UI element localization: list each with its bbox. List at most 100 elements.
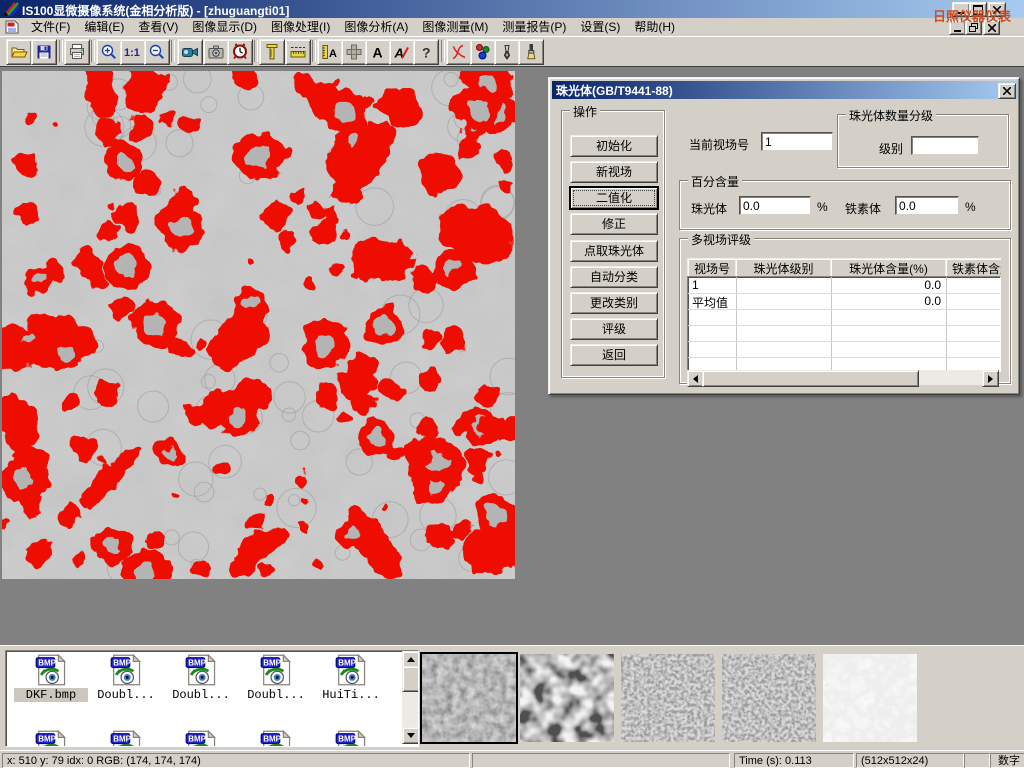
menu-image-display[interactable]: 图像显示(D) bbox=[185, 18, 264, 36]
bmp-file-icon[interactable] bbox=[334, 730, 368, 747]
classify-points-button[interactable] bbox=[470, 39, 496, 65]
scroll-down-button[interactable] bbox=[402, 727, 419, 744]
scrollbar-thumb[interactable] bbox=[702, 370, 919, 387]
stamp-grid-button[interactable] bbox=[341, 39, 367, 65]
bmp-file-icon[interactable] bbox=[34, 654, 68, 686]
dialog-close-button[interactable] bbox=[998, 83, 1016, 99]
curve-tool-button[interactable] bbox=[446, 39, 472, 65]
bmp-file-icon[interactable] bbox=[259, 730, 293, 747]
text-edit-button[interactable]: A bbox=[389, 39, 415, 65]
bmp-file-icon[interactable] bbox=[184, 654, 218, 686]
caliper-button[interactable] bbox=[259, 39, 285, 65]
col-field-number[interactable]: 视场号 bbox=[687, 258, 737, 276]
ferrite-percent-input[interactable] bbox=[895, 196, 959, 215]
bmp-file-icon[interactable] bbox=[259, 654, 293, 686]
percent-legend: 百分含量 bbox=[688, 173, 742, 190]
status-empty bbox=[472, 753, 730, 768]
scroll-right-button[interactable] bbox=[982, 370, 999, 387]
initialize-button[interactable]: 初始化 bbox=[570, 135, 658, 157]
return-button[interactable]: 返回 bbox=[570, 344, 658, 366]
file-name[interactable]: Doubl... bbox=[91, 688, 161, 702]
thumbnail-speckled[interactable] bbox=[722, 654, 816, 742]
svg-text:A: A bbox=[329, 48, 337, 60]
metallograph-image[interactable] bbox=[2, 71, 515, 579]
auto-classify-button[interactable]: 自动分类 bbox=[570, 266, 658, 288]
print-button[interactable] bbox=[64, 39, 90, 65]
file-name-selected[interactable]: DKF.bmp bbox=[14, 688, 88, 702]
help-button[interactable]: ? bbox=[413, 39, 439, 65]
menu-view[interactable]: 查看(V) bbox=[131, 18, 185, 36]
toolbar-separator bbox=[312, 40, 316, 62]
file-name[interactable]: HuiTi... bbox=[316, 688, 386, 702]
application-window: IS100显微摄像系统(金相分析版) - [zhuguangti01] 文件(F… bbox=[0, 0, 1024, 768]
grade-input[interactable] bbox=[911, 136, 979, 155]
pick-pearlite-button[interactable]: 点取珠光体 bbox=[570, 240, 658, 262]
bmp-file-icon[interactable] bbox=[184, 730, 218, 747]
menu-edit[interactable]: 编辑(E) bbox=[77, 18, 131, 36]
pearlite-percent-input[interactable] bbox=[739, 196, 811, 215]
video-camera-icon bbox=[181, 43, 199, 61]
open-button[interactable] bbox=[6, 39, 32, 65]
zoom-in-button[interactable] bbox=[96, 39, 122, 65]
current-field-input[interactable] bbox=[761, 132, 833, 151]
grading-legend: 珠光体数量分级 bbox=[846, 107, 936, 124]
bmp-file-icon[interactable] bbox=[109, 730, 143, 747]
table-body[interactable]: 1 0.0 平均值 0.0 bbox=[687, 276, 1001, 372]
menu-measure-report[interactable]: 测量报告(P) bbox=[495, 18, 573, 36]
table-cell-pearlite[interactable]: 0.0 bbox=[831, 294, 941, 308]
table-row[interactable]: 1 bbox=[692, 278, 699, 292]
col-pearlite-content[interactable]: 珠光体含量(%) bbox=[830, 258, 947, 276]
new-field-button[interactable]: 新视场 bbox=[570, 161, 658, 183]
bmp-file-icon[interactable] bbox=[109, 654, 143, 686]
document-system-icon[interactable] bbox=[5, 20, 19, 34]
dialog-title-bar[interactable]: 珠光体(GB/T9441-88) bbox=[552, 81, 1018, 99]
menu-image-analysis[interactable]: 图像分析(A) bbox=[337, 18, 415, 36]
workspace: 珠光体(GB/T9441-88) 操作 初始化 新视场 二值化 修正 点取珠光体… bbox=[0, 66, 1024, 646]
thumbnail-light-flakes[interactable] bbox=[823, 654, 917, 742]
rate-button[interactable]: 评级 bbox=[570, 318, 658, 340]
svg-text:1:1: 1:1 bbox=[124, 47, 140, 59]
file-browser-scrollbar[interactable] bbox=[402, 651, 418, 744]
help-icon: ? bbox=[417, 43, 435, 61]
menu-settings[interactable]: 设置(S) bbox=[573, 18, 627, 36]
timer-button[interactable] bbox=[227, 39, 253, 65]
thumbnail-dark-selected[interactable] bbox=[422, 654, 516, 742]
snapshot-button[interactable] bbox=[203, 39, 229, 65]
change-class-button[interactable]: 更改类别 bbox=[570, 292, 658, 314]
actual-size-button[interactable]: 1:1 bbox=[120, 39, 146, 65]
close-icon bbox=[1003, 87, 1011, 95]
table-row[interactable]: 平均值 bbox=[692, 294, 728, 311]
file-name[interactable]: Doubl... bbox=[241, 688, 311, 702]
table-cell-pearlite[interactable]: 0.0 bbox=[831, 278, 941, 292]
video-capture-button[interactable] bbox=[177, 39, 203, 65]
brush-button[interactable] bbox=[518, 39, 544, 65]
measure-text-button[interactable]: A bbox=[317, 39, 343, 65]
col-ferrite-content[interactable]: 铁素体含量(%) bbox=[945, 258, 1001, 276]
status-position: x: 510 y: 79 idx: 0 RGB: (174, 174, 174) bbox=[2, 753, 470, 768]
photo-camera-icon bbox=[207, 43, 225, 61]
binarize-button[interactable]: 二值化 bbox=[570, 187, 658, 209]
col-pearlite-grade[interactable]: 珠光体级别 bbox=[735, 258, 832, 276]
bmp-file-icon[interactable] bbox=[34, 730, 68, 747]
caliper-icon bbox=[263, 43, 281, 61]
correct-button[interactable]: 修正 bbox=[570, 213, 658, 235]
bmp-file-icon[interactable] bbox=[334, 654, 368, 686]
thumbnail-speckled[interactable] bbox=[621, 654, 715, 742]
save-button[interactable] bbox=[31, 39, 57, 65]
zoom-out-button[interactable] bbox=[144, 39, 170, 65]
menu-image-process[interactable]: 图像处理(I) bbox=[264, 18, 337, 36]
menu-help[interactable]: 帮助(H) bbox=[627, 18, 682, 36]
menu-file[interactable]: 文件(F) bbox=[24, 18, 77, 36]
ink-pen-button[interactable] bbox=[494, 39, 520, 65]
print-icon bbox=[68, 43, 86, 61]
file-name[interactable]: Doubl... bbox=[166, 688, 236, 702]
ruler-button[interactable] bbox=[285, 39, 311, 65]
thumbnail-high-contrast[interactable] bbox=[520, 654, 614, 742]
text-label-button[interactable]: A bbox=[365, 39, 391, 65]
svg-text:A: A bbox=[373, 45, 383, 61]
menu-image-measure[interactable]: 图像测量(M) bbox=[415, 18, 495, 36]
bottom-panel: BMP DKF.bmp Doubl... Doubl... Doubl... H… bbox=[0, 645, 1024, 751]
scrollbar-thumb[interactable] bbox=[402, 666, 419, 692]
toolbar-separator bbox=[441, 40, 445, 62]
table-h-scrollbar[interactable] bbox=[687, 370, 999, 385]
